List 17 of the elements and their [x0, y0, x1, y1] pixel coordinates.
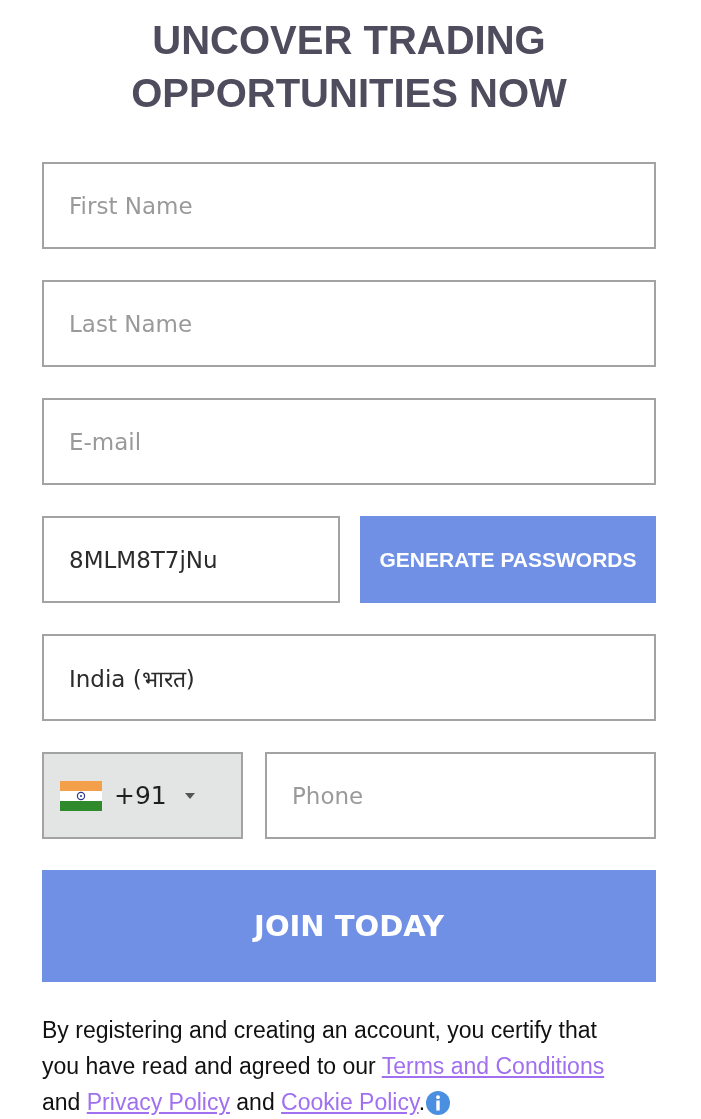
text-field[interactable]: Last Name [42, 280, 656, 367]
legal-text: By registering and creating an account, you certify that you have read and agreed to our Terms and Conditions and Privacy Policy and Cookie Policy. [42, 1016, 606, 1117]
policy-link[interactable]: Cookie Policy [281, 1089, 419, 1115]
info-icon[interactable] [426, 1091, 451, 1115]
generate-password-button[interactable]: GENERATE PASSWORDS [360, 516, 656, 603]
join-button[interactable]: JOIN TODAY [42, 870, 656, 982]
policy-link[interactable]: Privacy Policy [86, 1089, 230, 1115]
caret-down-icon [184, 792, 195, 799]
country-select[interactable]: India (भारत) [42, 634, 656, 721]
policy-link[interactable]: Terms and Conditions [381, 1053, 605, 1079]
dial-code-select[interactable]: +91 [42, 752, 243, 839]
text-field[interactable]: First Name [42, 162, 656, 249]
page-heading: UNCOVER TRADING OPPORTUNITIES NOW [130, 17, 568, 117]
text-field[interactable]: E-mail [42, 398, 656, 485]
phone-field[interactable]: Phone [265, 752, 656, 839]
password-field[interactable]: 8MLM8T7jNu [42, 516, 340, 603]
flag-icon [60, 780, 102, 811]
